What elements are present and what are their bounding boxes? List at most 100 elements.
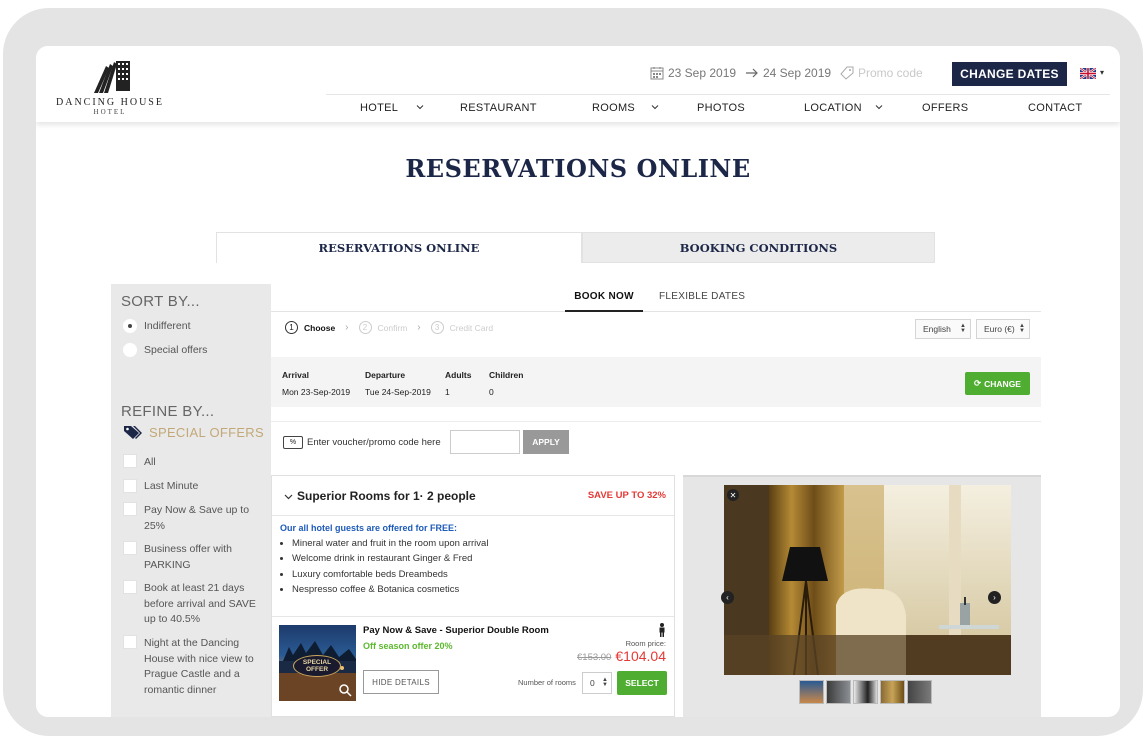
- step-label-credit-card: Credit Card: [449, 322, 494, 333]
- chevron-down-icon[interactable]: [416, 103, 424, 111]
- filter-checkbox[interactable]: [123, 635, 137, 649]
- adults-label: Adults: [445, 370, 472, 380]
- special-offer-image[interactable]: SPECIAL OFFER: [279, 625, 356, 701]
- room-photo[interactable]: [724, 485, 1011, 675]
- price-new: €104.04: [615, 648, 666, 664]
- filter-label: Pay Now & Save up to 25%: [144, 504, 250, 532]
- price-label: Room price:: [625, 639, 666, 648]
- uk-flag-icon[interactable]: [1080, 68, 1096, 79]
- thumbnail[interactable]: [799, 680, 824, 704]
- filter-label: Night at the Dancing House with nice vie…: [144, 637, 254, 696]
- departure-label: Departure: [365, 370, 406, 380]
- rooms-count-label: Number of rooms: [518, 678, 576, 687]
- arrow-right-icon[interactable]: ›: [988, 591, 1001, 604]
- arrow-right-icon: [746, 68, 758, 78]
- currency-select[interactable]: Euro (€) ▲ ▼: [976, 319, 1030, 339]
- main-nav: HOTEL RESTAURANT ROOMS PHOTOS LOCATION O…: [326, 94, 1110, 122]
- nav-rooms[interactable]: ROOMS: [592, 102, 635, 114]
- step-number: 1: [285, 321, 298, 334]
- departure-date-text: 24 Sep 2019: [763, 66, 832, 80]
- nav-location[interactable]: LOCATION: [804, 102, 862, 114]
- tab-flexible-dates[interactable]: FLEXIBLE DATES: [659, 291, 745, 302]
- sort-radio-indifferent[interactable]: [123, 319, 137, 333]
- filter-sidebar: SORT BY... Indifferent Special offers RE…: [111, 284, 271, 717]
- step-number: 3: [430, 321, 444, 334]
- nav-photos[interactable]: PHOTOS: [697, 102, 745, 114]
- special-offers-heading: SPECIAL OFFERS: [123, 424, 264, 440]
- arrow-left-icon[interactable]: ‹: [721, 591, 734, 604]
- device-frame: DANCING HOUSE HOTEL 23 Sep 2019 24 Sep 2…: [3, 8, 1143, 736]
- departure-date[interactable]: 24 Sep 2019: [745, 66, 831, 80]
- thumbnail-strip: [799, 680, 932, 704]
- chevron-down-icon[interactable]: [651, 103, 659, 111]
- hotel-logo[interactable]: DANCING HOUSE HOTEL: [54, 60, 166, 116]
- nav-contact[interactable]: CONTACT: [1028, 102, 1082, 114]
- calendar-icon: [650, 67, 664, 80]
- arrival-field: Arrival Mon 23-Sep-2019: [282, 370, 350, 397]
- select-arrows-icon: ▲ ▼: [960, 323, 966, 334]
- language-caret-icon[interactable]: ▾: [1100, 68, 1104, 77]
- hide-details-button[interactable]: HIDE DETAILS: [363, 670, 439, 694]
- nav-offers[interactable]: OFFERS: [922, 102, 968, 114]
- tab-reservations-online[interactable]: RESERVATIONS ONLINE: [216, 232, 582, 263]
- special-offer-badge: SPECIAL OFFER: [293, 655, 341, 677]
- arrival-date[interactable]: 23 Sep 2019: [650, 66, 736, 80]
- list-item: Nespresso coffee & Botanica cosmetics: [292, 582, 488, 597]
- select-arrows-icon: ▲ ▼: [1019, 323, 1025, 334]
- list-item: Mineral water and fruit in the room upon…: [292, 536, 488, 551]
- list-item: Welcome drink in restaurant Ginger & Fre…: [292, 551, 488, 566]
- voucher-label: Enter voucher/promo code here: [307, 437, 441, 448]
- step-number: 2: [358, 321, 372, 334]
- refine-heading: REFINE BY...: [121, 403, 215, 420]
- hotel-room-picture: [724, 485, 1011, 675]
- children-label: Children: [489, 370, 524, 380]
- filter-checkbox[interactable]: [123, 580, 137, 594]
- thumbnail[interactable]: [826, 680, 851, 704]
- change-dates-button[interactable]: CHANGE DATES: [952, 62, 1067, 86]
- person-icon: [659, 623, 665, 637]
- children-field: Children 0: [489, 370, 523, 397]
- tab-book-now[interactable]: BOOK NOW: [565, 291, 643, 312]
- filter-checkbox[interactable]: [123, 479, 137, 493]
- select-room-button[interactable]: SELECT: [617, 671, 667, 695]
- language-select[interactable]: English ▲ ▼: [915, 319, 971, 339]
- close-icon[interactable]: ✕: [727, 489, 739, 501]
- select-arrows-icon: ▲ ▼: [602, 677, 608, 688]
- sort-radio-special-offers[interactable]: [123, 343, 137, 357]
- arrival-date-text: 23 Sep 2019: [668, 66, 737, 80]
- chevron-down-icon[interactable]: [875, 103, 883, 111]
- zoom-icon[interactable]: [338, 683, 352, 697]
- filter-checkbox[interactable]: [123, 454, 137, 468]
- filter-label: Business offer with PARKING: [144, 543, 232, 571]
- thumbnail[interactable]: [907, 680, 932, 704]
- filter-checkbox[interactable]: [123, 541, 137, 555]
- thumbnail[interactable]: [880, 680, 905, 704]
- sort-option-label: Special offers: [144, 344, 208, 356]
- nav-restaurant[interactable]: RESTAURANT: [460, 102, 537, 114]
- logo-subtitle: HOTEL: [93, 108, 127, 116]
- room-header[interactable]: Superior Rooms for 1· 2 people SAVE UP T…: [272, 476, 674, 516]
- voucher-icon: %: [283, 436, 303, 449]
- room-title: Superior Rooms for 1· 2 people: [297, 489, 476, 503]
- change-search-button[interactable]: ⟳ CHANGE: [965, 372, 1030, 395]
- tab-booking-conditions[interactable]: BOOKING CONDITIONS: [582, 232, 935, 263]
- rooms-count-select[interactable]: 0 ▲ ▼: [582, 672, 612, 694]
- thumbnail[interactable]: [853, 680, 878, 704]
- voucher-input[interactable]: [450, 430, 520, 454]
- nav-hotel[interactable]: HOTEL: [360, 102, 398, 114]
- adults-value: 1: [445, 387, 450, 397]
- filter-checkbox[interactable]: [123, 502, 137, 516]
- room-gallery: ✕ ‹ ›: [683, 475, 1041, 717]
- chevron-down-icon[interactable]: [284, 492, 293, 501]
- children-value: 0: [489, 387, 494, 397]
- site-header: DANCING HOUSE HOTEL 23 Sep 2019 24 Sep 2…: [36, 46, 1120, 122]
- filter-label: Book at least 21 days before arrival and…: [144, 582, 256, 625]
- tags-icon: [124, 426, 142, 439]
- apply-voucher-button[interactable]: APPLY: [523, 430, 569, 454]
- sort-heading: SORT BY...: [121, 293, 200, 310]
- booking-engine: BOOK NOW FLEXIBLE DATES 1 Choose › 2 Con…: [271, 284, 1041, 717]
- promo-code-link[interactable]: Promo code: [840, 66, 923, 80]
- engine-tabs: BOOK NOW FLEXIBLE DATES: [271, 284, 1041, 312]
- rate-row: SPECIAL OFFER Pay Now & Save - Superior …: [272, 616, 674, 717]
- change-label: CHANGE: [984, 378, 1021, 389]
